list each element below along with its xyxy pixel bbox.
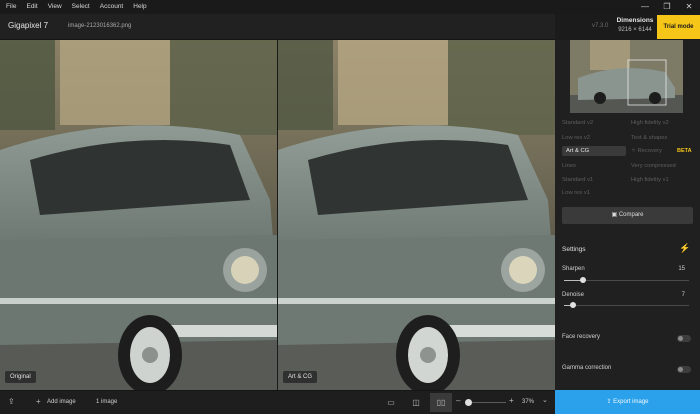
model-high-fidelity-v2[interactable]: High fidelity v2 xyxy=(631,118,669,128)
model-recovery[interactable]: ✧ Recovery xyxy=(631,146,662,156)
export-label: Export image xyxy=(613,399,649,405)
original-pane[interactable]: Original xyxy=(0,40,277,390)
close-icon[interactable]: ✕ xyxy=(678,0,700,14)
restore-icon[interactable]: ❐ xyxy=(656,0,678,14)
auto-settings-icon[interactable]: ⚡ xyxy=(679,243,690,254)
model-standard-v2[interactable]: Standard v2 xyxy=(562,118,593,128)
split-view-icon[interactable]: ▯▯ xyxy=(430,393,452,412)
menu-view[interactable]: View xyxy=(43,0,67,14)
zoom-slider-knob[interactable] xyxy=(465,399,472,406)
model-recovery-label: Recovery xyxy=(637,148,662,154)
model-text-shapes[interactable]: Text & shapes xyxy=(631,133,667,143)
export-image-button[interactable]: ⇪ Export image xyxy=(555,390,700,414)
trial-mode-button[interactable]: Trial mode xyxy=(657,15,700,39)
settings-title: Settings xyxy=(562,246,586,253)
menu-edit[interactable]: Edit xyxy=(21,0,42,14)
navigator-thumbnail[interactable] xyxy=(570,40,683,113)
model-high-fidelity-v1[interactable]: High fidelity v1 xyxy=(631,175,669,185)
app-name: Gigapixel 7 xyxy=(8,21,49,30)
menu-select[interactable]: Select xyxy=(67,0,95,14)
denoise-label: Denoise xyxy=(562,292,585,298)
window-controls: — ❐ ✕ xyxy=(634,0,700,14)
denoise-slider[interactable] xyxy=(564,305,689,306)
navigator-image xyxy=(570,40,683,113)
menu-account[interactable]: Account xyxy=(95,0,129,14)
menu-help[interactable]: Help xyxy=(128,0,151,14)
add-image-label: Add image xyxy=(47,399,76,405)
image-viewer[interactable]: Original Art & CG xyxy=(0,40,555,390)
model-low-res-v1[interactable]: Low res v1 xyxy=(562,188,590,198)
gamma-correction-label: Gamma correction xyxy=(562,365,612,371)
denoise-slider-knob[interactable] xyxy=(569,302,576,308)
zoom-in-icon[interactable]: + xyxy=(509,396,514,405)
bottom-toolbar: ⇪ + Add image 1 image ▭ ◫ ▯▯ – + 37% ⌄ xyxy=(0,390,555,414)
minimize-icon[interactable]: — xyxy=(634,0,656,14)
plus-icon: + xyxy=(36,397,41,406)
side-by-side-view-icon[interactable]: ◫ xyxy=(405,393,427,412)
face-recovery-label: Face recovery xyxy=(562,334,601,340)
title-bar: Gigapixel 7 image-2123016362.png xyxy=(0,14,555,40)
chevron-down-icon[interactable]: ⌄ xyxy=(542,396,548,404)
single-view-icon[interactable]: ▭ xyxy=(380,393,402,412)
model-standard-v1[interactable]: Standard v1 xyxy=(562,175,593,185)
model-very-compressed[interactable]: Very compressed xyxy=(631,161,676,171)
compare-button[interactable]: ▣ Compare xyxy=(562,207,693,224)
sharpen-label: Sharpen xyxy=(562,266,585,272)
dimensions-label: Dimensions xyxy=(616,17,654,24)
beta-badge: BETA xyxy=(677,148,692,154)
model-lines[interactable]: Lines xyxy=(562,161,576,171)
car-photo-original xyxy=(0,40,277,390)
right-sidebar: Standard v2 High fidelity v2 Low res v2 … xyxy=(555,40,700,390)
file-name: image-2123016362.png xyxy=(68,23,132,29)
zoom-out-icon[interactable]: – xyxy=(456,396,460,405)
image-count: 1 image xyxy=(96,399,118,405)
upload-icon[interactable]: ⇪ xyxy=(8,397,15,406)
add-image-button[interactable]: + Add image xyxy=(34,391,80,414)
face-recovery-toggle[interactable] xyxy=(677,335,691,342)
compare-label: Compare xyxy=(618,212,644,218)
dimensions-readout: Dimensions 9216 × 6144 xyxy=(615,17,655,33)
model-art-cg[interactable]: Art & CG xyxy=(562,146,626,156)
app-version: v7.3.0 xyxy=(592,23,609,29)
car-photo-enhanced xyxy=(278,40,555,390)
denoise-value: 7 xyxy=(681,292,685,298)
zoom-level[interactable]: 37% xyxy=(522,399,534,405)
compare-icon: ▣ xyxy=(611,212,619,218)
menu-bar: File Edit View Select Account Help — ❐ ✕ xyxy=(0,0,700,14)
original-label: Original xyxy=(5,371,36,383)
sharpen-slider-knob[interactable] xyxy=(579,277,586,283)
dimensions-value: 9216 × 6144 xyxy=(618,27,652,33)
preview-label: Art & CG xyxy=(283,371,318,383)
sharpen-value: 15 xyxy=(678,266,685,272)
preview-pane[interactable]: Art & CG xyxy=(278,40,555,390)
model-low-res-v2[interactable]: Low res v2 xyxy=(562,133,590,143)
gamma-correction-toggle[interactable] xyxy=(677,366,691,373)
menu-file[interactable]: File xyxy=(0,0,21,14)
zoom-slider[interactable] xyxy=(466,402,506,403)
